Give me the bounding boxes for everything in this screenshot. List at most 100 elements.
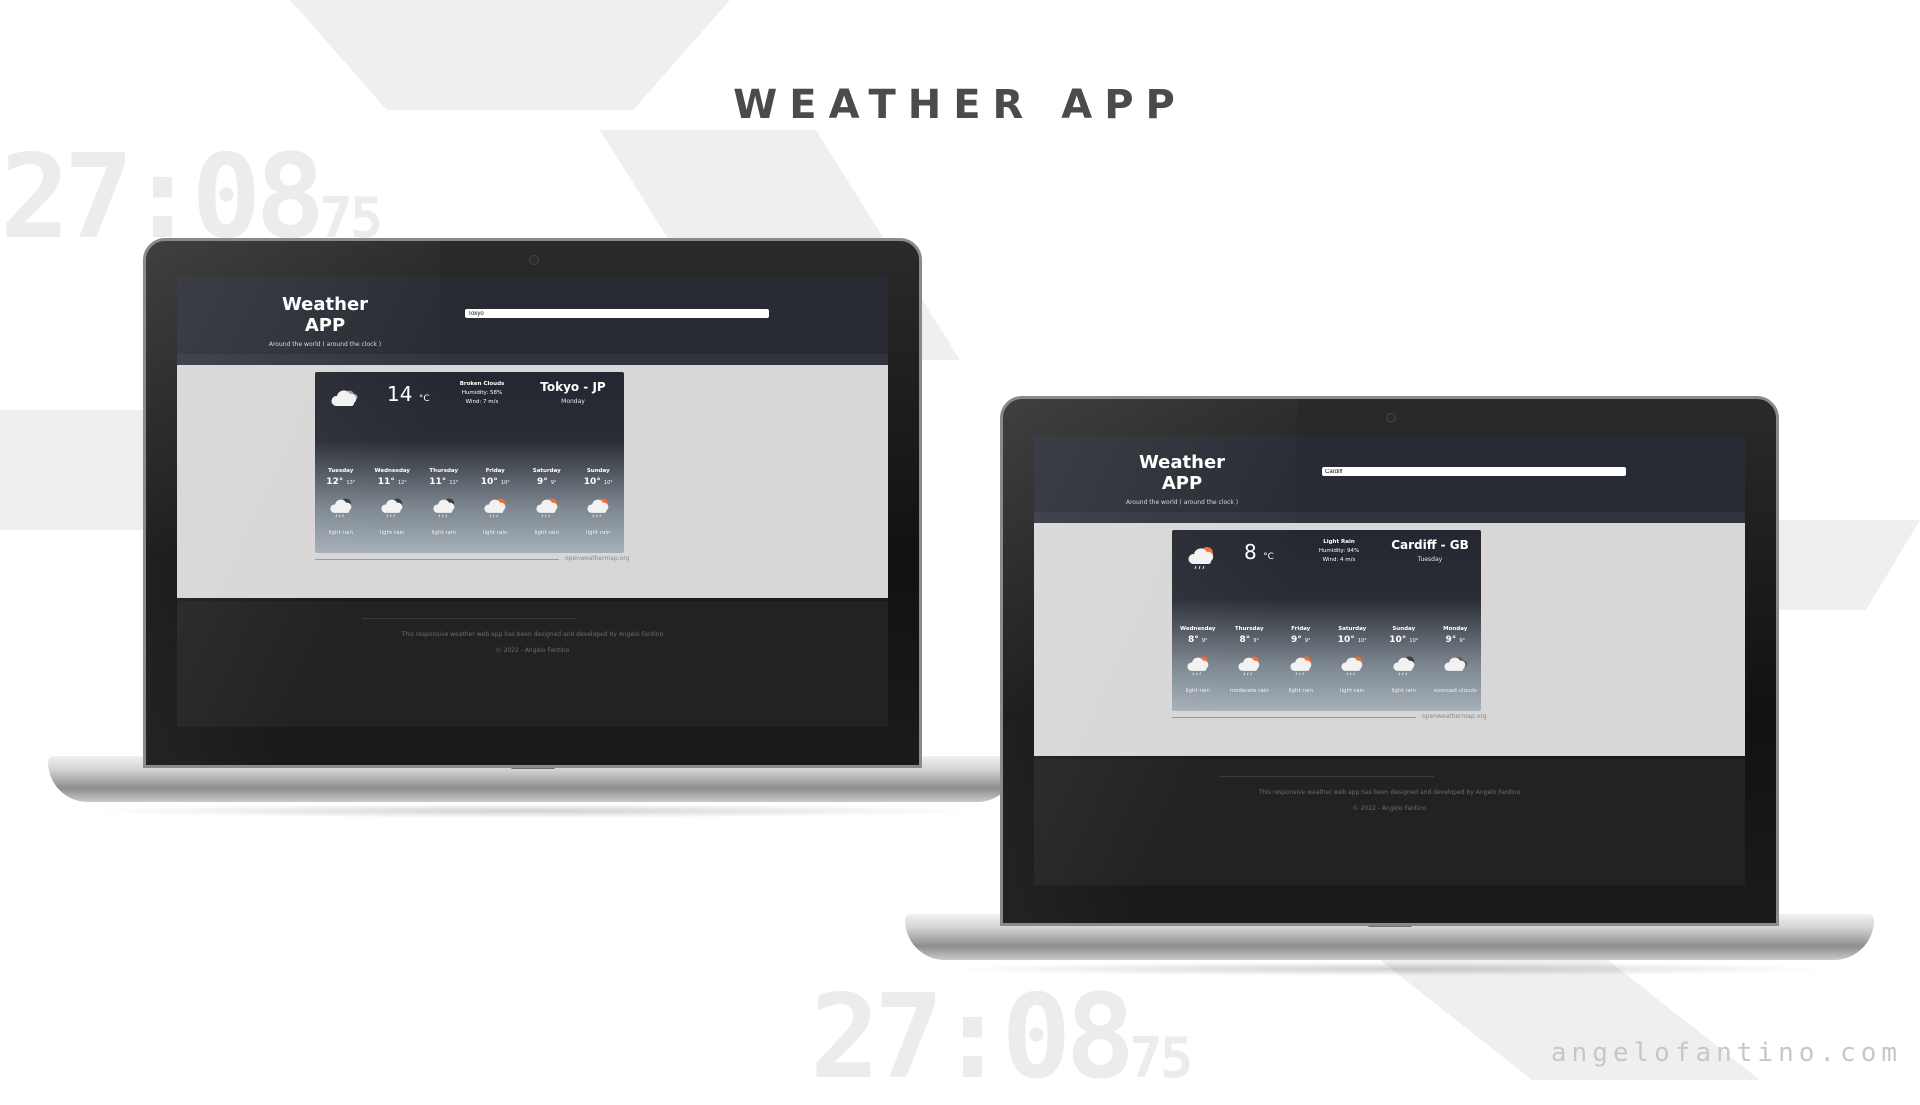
rain-sun-icon bbox=[536, 498, 558, 518]
forecast-day: Sunday 10° 10° light rain bbox=[1378, 626, 1430, 694]
current-temp: 8 °C bbox=[1244, 540, 1274, 564]
app-brand: Weather APP Around the world ( around th… bbox=[1122, 452, 1242, 506]
forecast-day-name: Monday bbox=[1443, 626, 1468, 632]
forecast-day-name: Wednesday bbox=[1179, 626, 1216, 632]
city-search-input[interactable] bbox=[465, 309, 769, 318]
poster-title: WEATHER APP bbox=[733, 82, 1187, 128]
rain-sun-icon bbox=[587, 498, 609, 518]
camera-icon bbox=[1385, 413, 1396, 423]
laptop-lid: Weather APP Around the world ( around th… bbox=[143, 238, 922, 768]
forecast-day: Saturday 10° 10° light rain bbox=[1327, 626, 1379, 694]
openweathermap-link[interactable]: openweathermap.org bbox=[1422, 713, 1487, 720]
app-title: Weather APP bbox=[1138, 452, 1226, 494]
forecast-day-name: Wednesday bbox=[374, 468, 411, 474]
rain-sun-icon bbox=[1341, 656, 1363, 676]
header-band bbox=[1034, 512, 1745, 523]
laptop-lid: Weather APP Around the world ( around th… bbox=[1000, 396, 1779, 926]
openweathermap-link[interactable]: openweathermap.org bbox=[565, 555, 630, 562]
rain-sun-icon bbox=[1187, 656, 1209, 676]
rain-cloud-icon bbox=[1393, 656, 1415, 676]
forecast-description: light rain bbox=[1339, 688, 1365, 694]
current-day: Monday bbox=[561, 398, 585, 405]
wind-label: Wind: 4 m/s bbox=[1322, 556, 1356, 563]
app-footer: This responsive weather web app has been… bbox=[177, 601, 888, 727]
rain-sun-icon bbox=[1184, 544, 1218, 574]
forecast-list: Tuesday 12° 13° light rain Wednesday 11° 12°… bbox=[315, 468, 624, 536]
forecast-description: light rain bbox=[1288, 688, 1314, 694]
footer-rule bbox=[362, 618, 577, 619]
forecast-temps: 10° 10° bbox=[583, 477, 613, 487]
app-footer: This responsive weather web app has been… bbox=[1034, 759, 1745, 885]
wind-label: Wind: 7 m/s bbox=[465, 398, 499, 405]
footer-credit-text: This responsive weather web app has been… bbox=[401, 631, 664, 638]
condition-label: Broken Clouds bbox=[459, 381, 505, 387]
app-header: Weather APP Around the world ( around th… bbox=[1034, 435, 1745, 512]
forecast-temps: 11° 11° bbox=[429, 477, 459, 487]
forecast-day: Friday 9° 9° light rain bbox=[1275, 626, 1327, 694]
weather-card: 8 °C Light Rain Humidity: 94% Wind: 4 m/… bbox=[1172, 530, 1481, 711]
footer-copyright: © 2022 - Angelo Fantino bbox=[1352, 805, 1427, 812]
forecast-day: Tuesday 12° 13° light rain bbox=[315, 468, 367, 536]
forecast-day: Saturday 9° 9° light rain bbox=[521, 468, 573, 536]
app-header: Weather APP Around the world ( around th… bbox=[177, 277, 888, 354]
rain-sun-icon bbox=[1238, 656, 1260, 676]
forecast-day-name: Thursday bbox=[1234, 626, 1264, 632]
current-conditions: Light Rain Humidity: 94% Wind: 4 m/s bbox=[1310, 538, 1368, 564]
forecast-description: light rain bbox=[534, 530, 560, 536]
bg-decoration bbox=[0, 410, 150, 530]
weather-card: 14 °C Broken Clouds Humidity: 58% Wind: … bbox=[315, 372, 624, 553]
forecast-day: Sunday 10° 10° light rain bbox=[573, 468, 625, 536]
forecast-day-name: Friday bbox=[1291, 626, 1311, 632]
site-watermark: angelofantino.com bbox=[1550, 1038, 1902, 1068]
footer-rule bbox=[1219, 776, 1434, 777]
forecast-description: moderate rain bbox=[1229, 688, 1269, 694]
overcast-clouds-icon bbox=[1444, 657, 1468, 671]
rain-cloud-icon bbox=[381, 498, 403, 518]
forecast-day-name: Sunday bbox=[1392, 626, 1416, 632]
credit-divider bbox=[1172, 717, 1416, 718]
forecast-day-name: Sunday bbox=[586, 468, 610, 474]
current-location: Cardiff - GB Tuesday bbox=[1390, 538, 1470, 563]
condition-label: Light Rain bbox=[1323, 539, 1355, 545]
city-name: Tokyo - JP bbox=[540, 380, 606, 394]
forecast-temps: 9° 9° bbox=[536, 477, 557, 487]
credit-divider bbox=[315, 559, 559, 560]
forecast-list: Wednesday 8° 9° light rain Thursday 8° 9° mod… bbox=[1172, 626, 1481, 694]
forecast-day-name: Saturday bbox=[1338, 626, 1367, 632]
forecast-temps: 11° 12° bbox=[377, 477, 407, 487]
forecast-temps: 12° 13° bbox=[326, 477, 356, 487]
humidity-label: Humidity: 58% bbox=[461, 389, 503, 396]
app-brand: Weather APP Around the world ( around th… bbox=[265, 294, 385, 348]
footer-copyright: © 2022 - Angelo Fantino bbox=[495, 647, 570, 654]
app-main: 8 °C Light Rain Humidity: 94% Wind: 4 m/… bbox=[1034, 523, 1745, 756]
forecast-day-name: Friday bbox=[485, 468, 505, 474]
forecast-temps: 10° 10° bbox=[1337, 635, 1367, 645]
laptop-screen: Weather APP Around the world ( around th… bbox=[177, 277, 888, 727]
current-temp: 14 °C bbox=[387, 382, 430, 406]
humidity-label: Humidity: 94% bbox=[1318, 547, 1360, 554]
forecast-day: Thursday 11° 11° light rain bbox=[418, 468, 470, 536]
city-search-input[interactable] bbox=[1322, 467, 1626, 476]
forecast-day-name: Tuesday bbox=[328, 468, 354, 474]
footer-credit-text: This responsive weather web app has been… bbox=[1258, 789, 1521, 796]
bg-digits: 27:0875 bbox=[810, 970, 1193, 1105]
city-name: Cardiff - GB bbox=[1391, 538, 1469, 552]
forecast-day: Wednesday 8° 9° light rain bbox=[1172, 626, 1224, 694]
forecast-temps: 9° 9° bbox=[1445, 635, 1466, 645]
forecast-temps: 9° 9° bbox=[1290, 635, 1311, 645]
forecast-day-name: Saturday bbox=[532, 468, 561, 474]
forecast-description: overcast clouds bbox=[1433, 688, 1477, 694]
forecast-day: Friday 10° 10° light rain bbox=[470, 468, 522, 536]
forecast-description: light rain bbox=[431, 530, 457, 536]
forecast-day: Wednesday 11° 12° light rain bbox=[367, 468, 419, 536]
rain-sun-icon bbox=[1290, 656, 1312, 676]
current-location: Tokyo - JP Monday bbox=[533, 380, 613, 405]
laptop-screen: Weather APP Around the world ( around th… bbox=[1034, 435, 1745, 885]
forecast-description: light rain bbox=[328, 530, 354, 536]
forecast-description: light rain bbox=[379, 530, 405, 536]
forecast-day: Thursday 8° 9° moderate rain bbox=[1224, 626, 1276, 694]
forecast-temps: 8° 9° bbox=[1239, 635, 1260, 645]
rain-cloud-icon bbox=[433, 498, 455, 518]
forecast-description: light rain bbox=[482, 530, 508, 536]
camera-icon bbox=[528, 255, 539, 265]
